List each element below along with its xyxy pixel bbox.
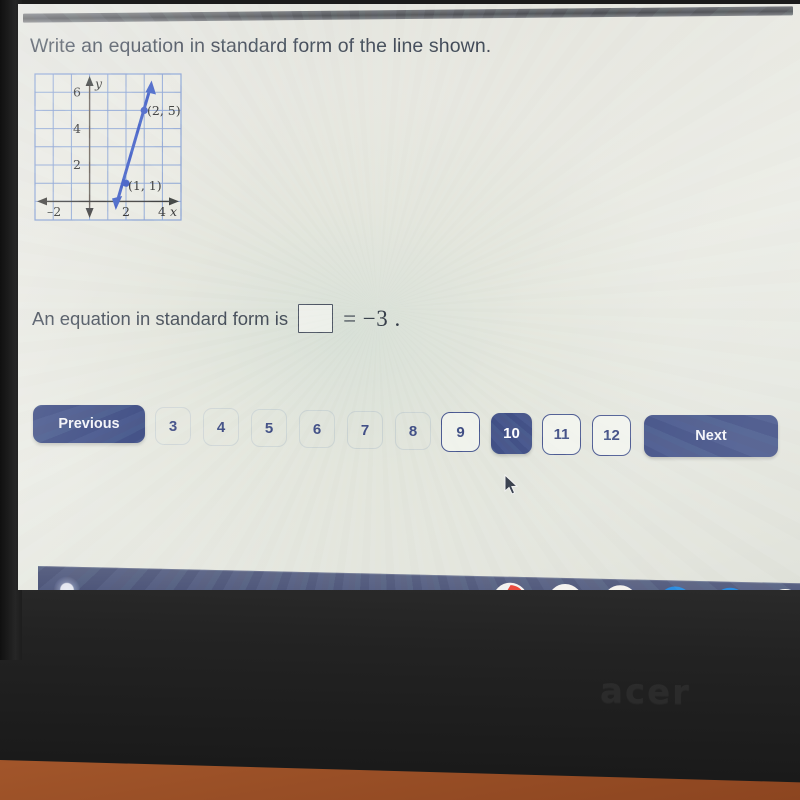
play-store-icon[interactable] xyxy=(768,588,800,590)
photo-of-laptop-screen: acer Write an equation in standard form … xyxy=(0,0,800,800)
question-prompt: Write an equation in standard form of th… xyxy=(30,35,492,57)
page-button-3[interactable]: 3 xyxy=(155,407,191,445)
previous-button[interactable]: Previous xyxy=(33,405,145,443)
page-button-9[interactable]: 9 xyxy=(441,412,480,452)
answer-input[interactable] xyxy=(298,304,334,333)
svg-text:–2: –2 xyxy=(47,204,61,219)
mouse-cursor xyxy=(504,473,520,496)
page-button-11[interactable]: 11 xyxy=(542,414,581,455)
page-button-5[interactable]: 5 xyxy=(251,409,287,447)
laptop-bezel-bottom xyxy=(0,560,800,783)
launcher-icon[interactable] xyxy=(54,576,80,590)
svg-text:(1, 1): (1, 1) xyxy=(128,178,162,193)
page-button-10-current[interactable]: 10 xyxy=(491,413,532,454)
page-button-6[interactable]: 6 xyxy=(299,410,335,448)
gmail-icon[interactable] xyxy=(548,583,583,590)
chrome-icon[interactable] xyxy=(493,582,528,590)
files-icon[interactable] xyxy=(658,586,693,590)
svg-text:4: 4 xyxy=(158,204,166,219)
svg-text:6: 6 xyxy=(73,85,81,100)
svg-text:y: y xyxy=(94,76,103,91)
browser-top-edge xyxy=(23,6,793,23)
svg-text:(2, 5): (2, 5) xyxy=(147,103,181,118)
next-button[interactable]: Next xyxy=(644,415,778,457)
svg-text:2: 2 xyxy=(73,157,81,172)
page-button-4[interactable]: 4 xyxy=(203,408,239,446)
answer-label: An equation in standard form is xyxy=(32,307,289,329)
svg-text:4: 4 xyxy=(73,121,81,136)
shelf-app-icons xyxy=(493,582,800,590)
page-content: Write an equation in standard form of th… xyxy=(18,4,800,590)
page-button-12[interactable]: 12 xyxy=(592,415,631,456)
google-docs-icon[interactable] xyxy=(603,584,638,590)
laptop-screen: Write an equation in standard form of th… xyxy=(18,4,800,590)
answer-row: An equation in standard form is = −3 . xyxy=(32,304,401,333)
svg-text:2: 2 xyxy=(122,204,130,219)
messages-icon[interactable] xyxy=(713,587,748,590)
page-button-7[interactable]: 7 xyxy=(347,411,383,449)
acer-brand-logo: acer xyxy=(600,671,691,713)
page-button-8[interactable]: 8 xyxy=(395,412,431,450)
svg-text:x: x xyxy=(170,204,177,219)
pagination-bar: Previous 3 4 5 6 7 8 9 10 11 12 Next xyxy=(32,397,792,457)
answer-equation-tail: = −3 . xyxy=(343,305,401,331)
coordinate-graph: 6 4 2 –2 2 4 y x (2, 5) (1, 1) xyxy=(33,72,183,225)
